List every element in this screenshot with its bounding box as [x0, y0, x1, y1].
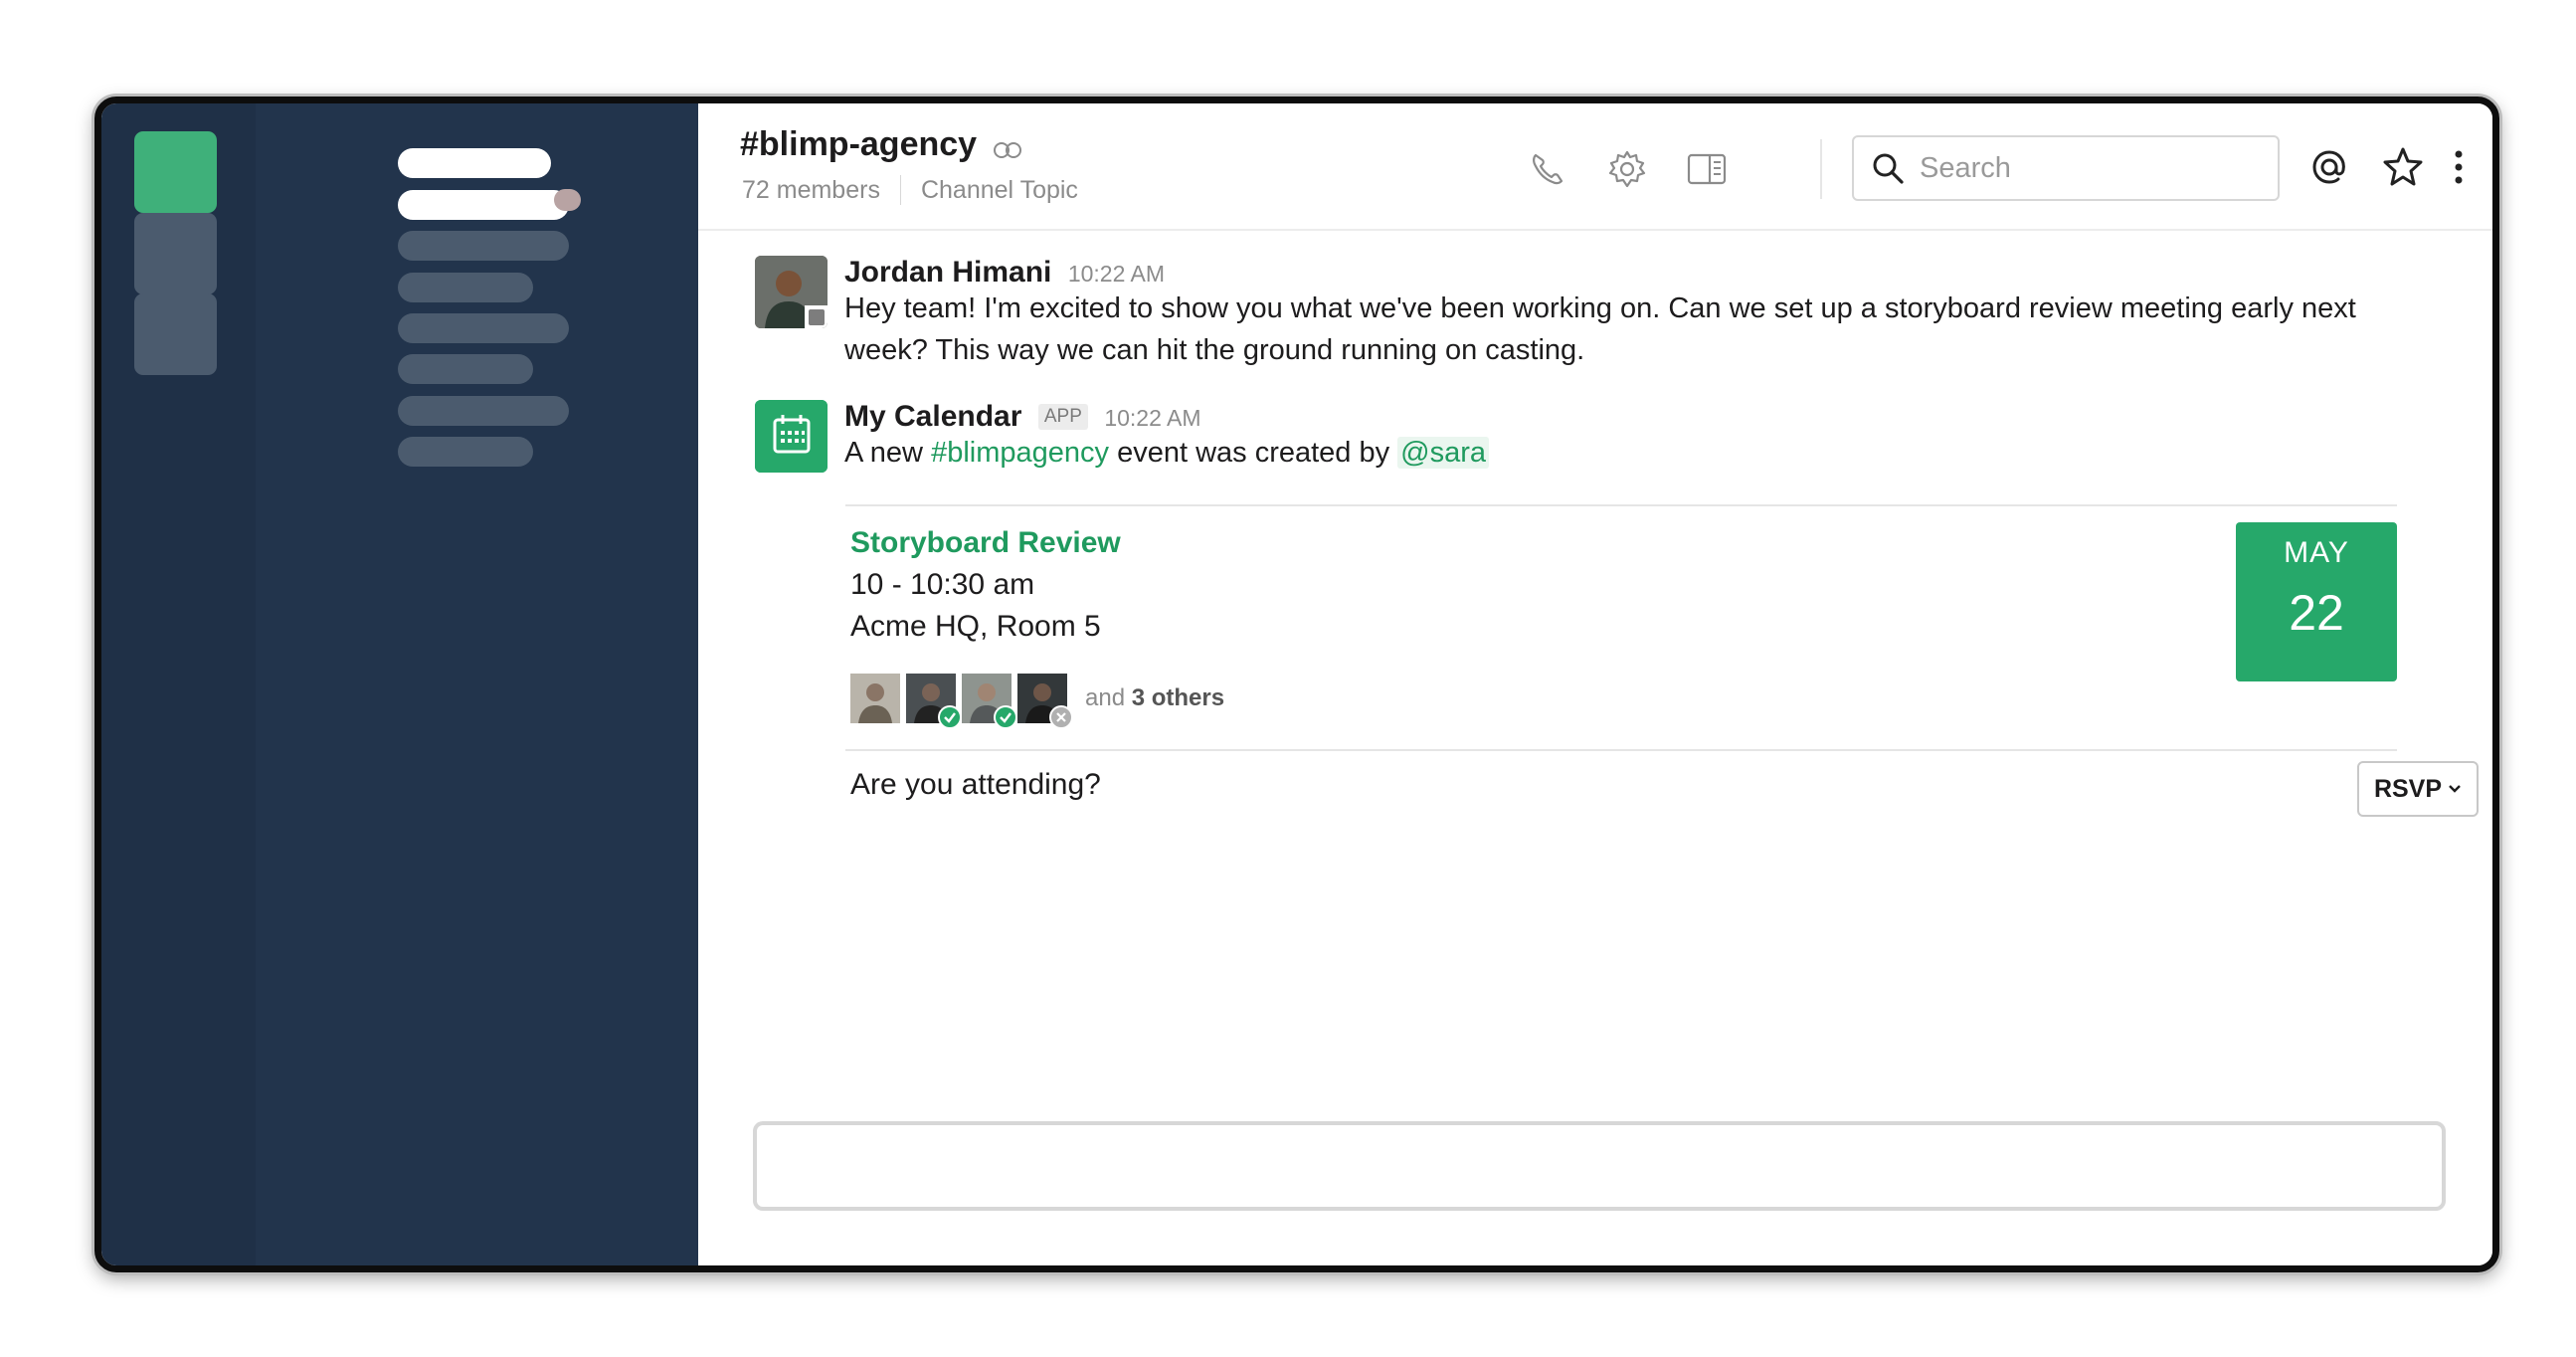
message-author[interactable]: My Calendar — [844, 400, 1021, 433]
channel-meta: 72 members Channel Topic — [742, 175, 1078, 205]
sidebar-toggle-icon[interactable] — [1685, 147, 1729, 191]
sidebar-item-placeholder[interactable] — [398, 396, 569, 426]
attendee-portrait-icon — [850, 674, 900, 723]
accepted-check-icon — [938, 705, 962, 729]
team-tile[interactable] — [134, 213, 217, 294]
sidebar-item-placeholder[interactable] — [398, 148, 551, 178]
attendee-avatar[interactable] — [906, 674, 962, 729]
app-window: #blimp-agency 72 members Channel Topic S… — [94, 97, 2499, 1272]
member-count[interactable]: 72 members — [742, 176, 880, 205]
sidebar-item-placeholder-active[interactable] — [398, 190, 569, 220]
channel-header: #blimp-agency 72 members Channel Topic — [698, 103, 2492, 231]
other-attendees[interactable]: and 3 others — [1085, 684, 1224, 712]
chevron-down-icon — [2449, 785, 2461, 793]
message-text: Hey team! I'm excited to show you what w… — [844, 292, 2356, 366]
channel-title[interactable]: #blimp-agency — [740, 125, 977, 164]
rsvp-label: RSVP — [2373, 774, 2443, 803]
event-time: 10 - 10:30 am — [850, 568, 1035, 601]
message-timestamp[interactable]: 10:22 AM — [1104, 405, 1200, 431]
search-icon — [1873, 153, 1904, 184]
event-card: Storyboard Review 10 - 10:30 am Acme HQ,… — [845, 504, 2397, 751]
unread-badge — [554, 189, 581, 211]
text-segment: A new — [844, 437, 932, 469]
shared-channel-icon — [994, 142, 1021, 158]
channel-sidebar — [256, 103, 698, 1265]
event-title[interactable]: Storyboard Review — [850, 526, 1121, 560]
channel-link[interactable]: #blimpagency — [931, 437, 1109, 469]
search-input[interactable] — [1920, 151, 2248, 185]
team-switcher-rail — [101, 103, 256, 1265]
avatar-portrait-icon — [755, 256, 828, 328]
main-pane: #blimp-agency 72 members Channel Topic S… — [698, 103, 2492, 1265]
others-prefix: and — [1085, 684, 1126, 711]
team-tile[interactable] — [134, 293, 217, 375]
event-location: Acme HQ, Room 5 — [850, 610, 1101, 643]
header-divider — [1820, 139, 1822, 199]
event-date-badge: MAY 22 — [2236, 522, 2397, 681]
declined-x-icon — [1049, 705, 1073, 729]
sidebar-item-placeholder[interactable] — [398, 231, 569, 261]
event-day: 22 — [2289, 585, 2344, 641]
user-mention[interactable]: @sara — [1397, 437, 1490, 469]
meta-divider — [899, 175, 901, 205]
avatar-my-calendar[interactable] — [755, 400, 828, 473]
calendar-icon — [755, 400, 828, 473]
star-icon[interactable] — [2379, 143, 2427, 191]
attendance-question: Are you attending? — [850, 768, 1101, 801]
message-composer-input[interactable] — [753, 1121, 2446, 1211]
attendee-list: and 3 others — [850, 674, 1224, 729]
attendee-avatar[interactable] — [850, 674, 900, 723]
sidebar-item-placeholder[interactable] — [398, 273, 533, 302]
team-tile-active[interactable] — [134, 131, 217, 213]
message-timestamp[interactable]: 10:22 AM — [1068, 261, 1165, 287]
sidebar-item-placeholder[interactable] — [398, 313, 569, 343]
rsvp-dropdown-button[interactable]: RSVP — [2357, 761, 2479, 817]
avatar-jordan[interactable] — [755, 256, 828, 328]
at-mention-icon[interactable] — [2305, 143, 2353, 191]
attendee-avatar[interactable] — [1017, 674, 1073, 729]
channel-topic[interactable]: Channel Topic — [921, 176, 1078, 205]
search-box[interactable] — [1852, 135, 2280, 201]
sidebar-item-placeholder[interactable] — [398, 437, 533, 467]
message-text: A new #blimpagency event was created by … — [844, 432, 1490, 474]
more-vertical-icon[interactable] — [2449, 143, 2469, 191]
attendee-avatar[interactable] — [962, 674, 1017, 729]
accepted-check-icon — [994, 705, 1017, 729]
sidebar-item-placeholder[interactable] — [398, 354, 533, 384]
others-count: 3 others — [1131, 684, 1225, 711]
event-month: MAY — [2284, 536, 2349, 569]
message-author[interactable]: Jordan Himani — [844, 256, 1051, 289]
phone-icon[interactable] — [1526, 147, 1569, 191]
app-badge: APP — [1037, 404, 1088, 430]
gear-icon[interactable] — [1605, 147, 1649, 191]
text-segment: event was created by — [1109, 437, 1398, 469]
